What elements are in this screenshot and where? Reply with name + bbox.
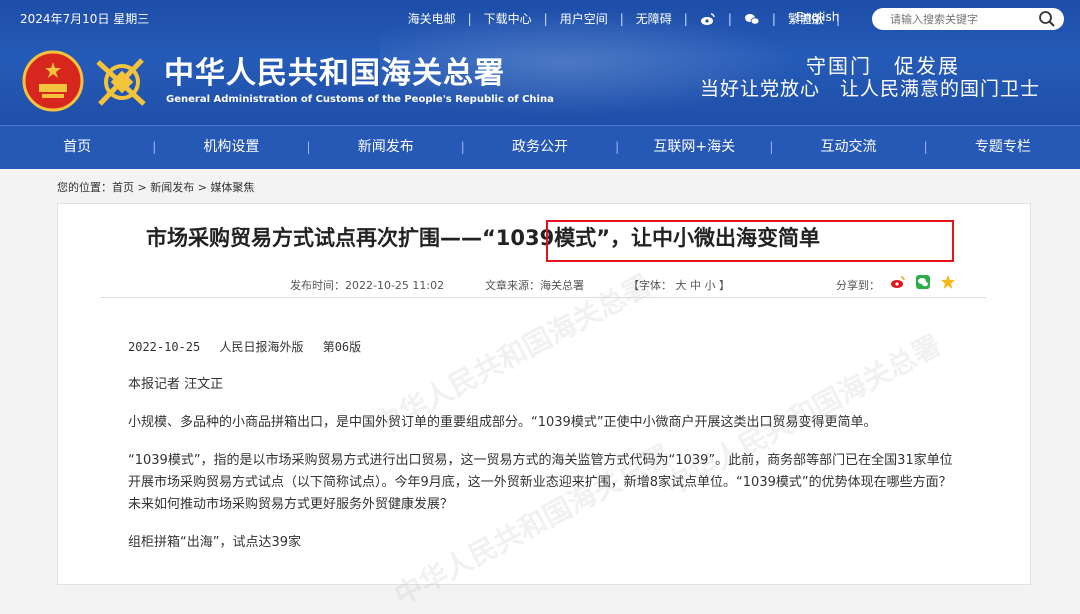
link-email[interactable]: 海关电邮 [408,10,456,27]
article-reporter: 本报记者 汪文正 [128,377,224,392]
breadcrumb-media[interactable]: 媒体聚焦 [210,181,254,194]
weibo-share-icon[interactable] [890,274,906,290]
article-dateline: 2022-10-25 人民日报海外版 第06版 [128,340,362,354]
search-input[interactable] [888,11,1042,27]
article-container: 中华人民共和国海关总署 中华人民共和国海关总署 中华人民共和国海关总署 市场采购… [57,203,1031,612]
breadcrumb-news[interactable]: 新闻发布 [150,181,194,194]
site-title-english: General Administration of Customs of the… [166,94,554,105]
publish-time: 发布时间：2022-10-25 11:02 [290,279,445,292]
wechat-share-icon[interactable] [915,274,931,290]
main-nav: 首页 机构设置 新闻发布 政务公开 互联网+海关 互动交流 专题专栏 [0,125,1080,169]
search-box [872,8,1064,30]
share-label: 分享到： [836,279,880,292]
breadcrumb: 您的位置：首页 > 新闻发布 > 媒体聚焦 [57,181,255,194]
nav-interaction[interactable]: 互动交流 [771,126,928,169]
site-title: 中华人民共和国海关总署 [164,56,505,91]
font-size-control[interactable]: 【字体： 大 中 小 】 [628,277,730,293]
breadcrumb-home[interactable]: 首页 [112,181,134,194]
slogan-line-2: 当好让党放心 让人民满意的国门卫士 [700,78,1041,100]
search-icon[interactable] [1038,10,1056,28]
nav-internet-customs[interactable]: 互联网+海关 [617,126,773,169]
link-downloads[interactable]: 下载中心 [484,10,532,27]
top-links: 海关电邮 | 下载中心 | 用户空间 | 无障碍 | | | 繁體版 | [407,10,840,27]
article-meta: 发布时间：2022-10-25 11:02 文章来源：海关总署 【字体： 大 中… [100,273,986,298]
article-paragraph: 小规模、多品种的小商品拼箱出口，是中国外贸订单的重要组成部分。“1039模式”正… [128,415,877,430]
article-body: 2022-10-25 人民日报海外版 第06版 本报记者 汪文正 小规模、多品种… [128,336,958,570]
link-accessibility[interactable]: 无障碍 [636,10,672,27]
link-user-space[interactable]: 用户空间 [560,10,608,27]
article-paragraph: “1039模式”，指的是以市场采购贸易方式进行出口贸易，这一贸易方式的海关监管方… [128,453,953,512]
link-english[interactable]: English [796,10,839,24]
national-emblem-icon [22,50,84,112]
nav-government-affairs[interactable]: 政务公开 [463,126,619,169]
qzone-share-icon[interactable] [940,274,956,290]
article-subheading: 组柜拼箱“出海”，试点达39家 [128,535,302,550]
article-source: 文章来源：海关总署 [485,279,584,292]
wechat-icon[interactable] [744,11,760,27]
highlight-annotation-box [546,220,954,262]
nav-special-topics[interactable]: 专题专栏 [926,126,1080,169]
nav-news[interactable]: 新闻发布 [309,126,465,169]
nav-home[interactable]: 首页 [0,126,156,169]
current-date: 2024年7月10日 星期三 [20,12,150,26]
nav-organization[interactable]: 机构设置 [154,126,310,169]
site-header: 2024年7月10日 星期三 海关电邮 | 下载中心 | 用户空间 | 无障碍 | | … [0,0,1080,125]
customs-logo-icon [96,58,146,106]
top-bar: 2024年7月10日 星期三 海关电邮 | 下载中心 | 用户空间 | 无障碍 | | … [0,0,1080,36]
weibo-icon[interactable] [700,11,716,27]
breadcrumb-prefix: 您的位置： [57,181,112,194]
